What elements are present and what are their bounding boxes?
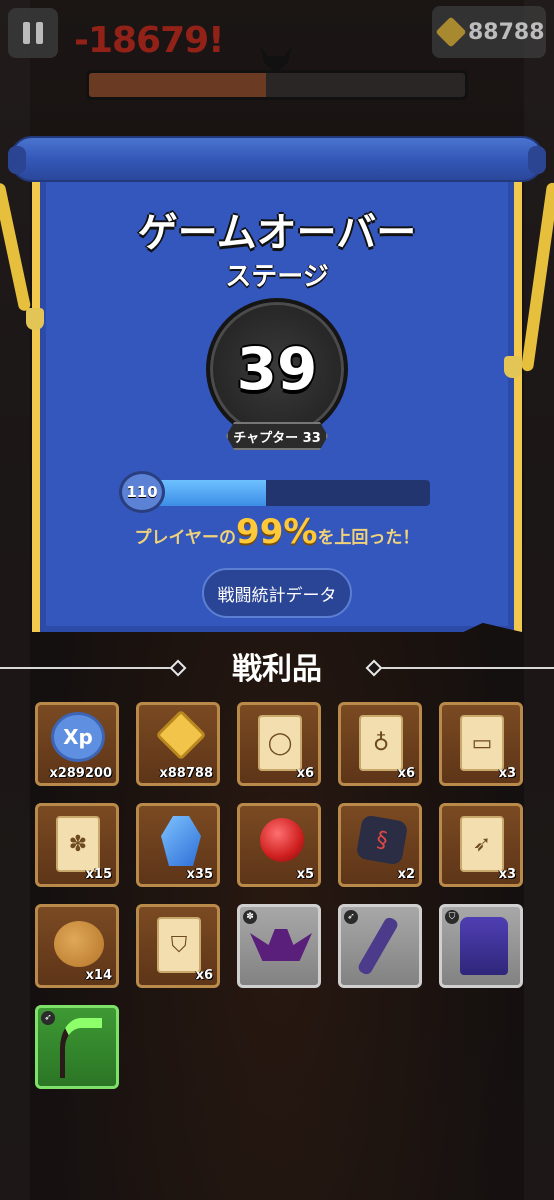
loot-qty: x15 — [85, 867, 112, 882]
loot-qty: x5 — [296, 867, 314, 882]
loot-item-cookie[interactable]: x14 — [35, 904, 119, 988]
loot-item-pet-scroll[interactable]: ✽ x15 — [35, 803, 119, 887]
loot-item-katana[interactable]: ➶ — [338, 904, 422, 988]
weapon-type-icon: ➶ — [344, 910, 358, 924]
loot-item-scythe[interactable]: ➶ — [35, 1005, 119, 1089]
xp-orb-icon: Xp — [54, 715, 102, 759]
surpass-percent: 99% — [236, 512, 318, 552]
loot-item-bow-scroll[interactable]: ➶ x3 — [439, 803, 523, 887]
loot-qty: x6 — [195, 968, 213, 983]
gem-count: 88788 — [468, 19, 545, 45]
loot-title: 戦利品 — [232, 652, 322, 687]
loot-item-bracelet-scroll[interactable]: ▭ x3 — [439, 702, 523, 786]
bat-icon — [250, 929, 312, 961]
loot-item-ruby[interactable]: x5 — [237, 803, 321, 887]
bow-scroll-icon: ➶ — [460, 816, 504, 872]
loot-item-bat-pet[interactable]: ✽ — [237, 904, 321, 988]
gold-gem-icon — [155, 709, 207, 761]
surpass-prefix: プレイヤーの — [134, 528, 237, 548]
loot-item-ring-scroll[interactable]: ◯ x6 — [237, 702, 321, 786]
vest-icon — [460, 917, 508, 975]
battle-stats-button[interactable]: 戦闘統計データ — [202, 568, 352, 618]
ring-scroll-icon: ◯ — [258, 715, 302, 771]
left-tassel — [26, 308, 44, 330]
surpass-text: プレイヤーの99%を上回った！ — [0, 512, 554, 552]
loot-qty: x3 — [498, 766, 516, 781]
loot-item-armor-scroll[interactable]: ⛉ x6 — [136, 904, 220, 988]
stage-number: 39 — [236, 335, 318, 403]
gem-counter: 88788 — [432, 6, 546, 58]
loot-qty: x88788 — [159, 766, 213, 781]
xp-progress-fill — [148, 480, 267, 506]
pet-type-icon: ✽ — [243, 910, 257, 924]
amulet-scroll-icon: ♁ — [359, 715, 403, 771]
katana-icon — [356, 915, 400, 977]
paw-scroll-icon: ✽ — [56, 816, 100, 872]
loot-qty: x3 — [498, 867, 516, 882]
gem-icon — [435, 16, 467, 48]
player-level-badge: 110 — [122, 474, 162, 510]
pause-icon — [23, 22, 30, 44]
armor-scroll-icon: ⛉ — [157, 917, 201, 973]
loot-item-sapphire[interactable]: x35 — [136, 803, 220, 887]
weapon-type-icon: ➶ — [41, 1011, 55, 1025]
loot-qty: x14 — [85, 968, 112, 983]
loot-grid: Xp x289200 x88788 ◯ x6 ♁ x6 ▭ x3 ✽ x15 x… — [35, 702, 523, 1089]
loot-item-xp[interactable]: Xp x289200 — [35, 702, 119, 786]
boss-health-fill — [89, 73, 266, 97]
xp-progress-bar — [148, 480, 430, 506]
loot-qty: x2 — [397, 867, 415, 882]
loot-qty: x6 — [296, 766, 314, 781]
loot-item-amulet-scroll[interactable]: ♁ x6 — [338, 702, 422, 786]
loot-qty: x6 — [397, 766, 415, 781]
stage-label: ステージ — [225, 262, 329, 292]
scroll-rod — [8, 136, 546, 182]
blue-gem-icon — [161, 816, 201, 866]
game-over-title: ゲームオーバー — [137, 210, 417, 256]
dark-stone-icon: § — [355, 814, 409, 866]
damage-number: -18679! — [74, 20, 225, 61]
red-gem-icon — [260, 818, 304, 862]
surpass-suffix: を上回った！ — [317, 528, 420, 548]
chapter-badge: チャプター 33 — [226, 422, 328, 450]
loot-item-dark-stone[interactable]: § x2 — [338, 803, 422, 887]
cookie-icon — [54, 921, 104, 967]
boss-demon-icon — [260, 46, 292, 70]
scythe-icon — [60, 1018, 102, 1078]
right-tassel — [504, 356, 522, 378]
loot-qty: x35 — [186, 867, 213, 882]
pause-icon-bar — [36, 22, 43, 44]
stage-emblem: 39 — [206, 298, 348, 440]
loot-item-gems[interactable]: x88788 — [136, 702, 220, 786]
loot-qty: x289200 — [49, 766, 112, 781]
armor-type-icon: ⛉ — [445, 910, 459, 924]
loot-item-vest[interactable]: ⛉ — [439, 904, 523, 988]
bracelet-scroll-icon: ▭ — [460, 715, 504, 771]
pause-button[interactable] — [8, 8, 58, 58]
